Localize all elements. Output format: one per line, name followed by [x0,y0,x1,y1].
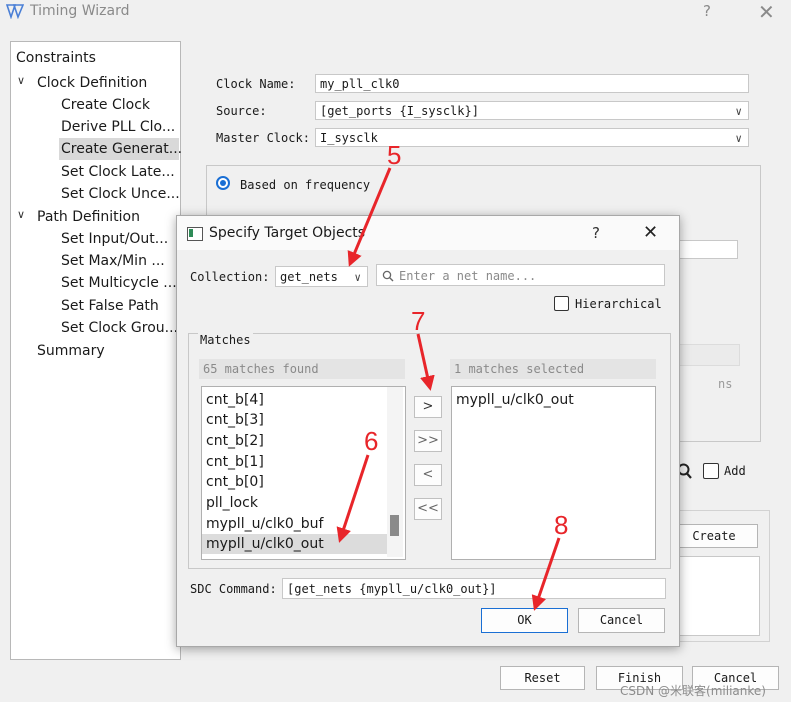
arrow-5 [347,167,392,267]
arrow-8 [531,537,561,611]
arrow-6 [336,454,370,543]
arrow-7 [416,333,435,391]
annotation-arrows [336,167,561,611]
